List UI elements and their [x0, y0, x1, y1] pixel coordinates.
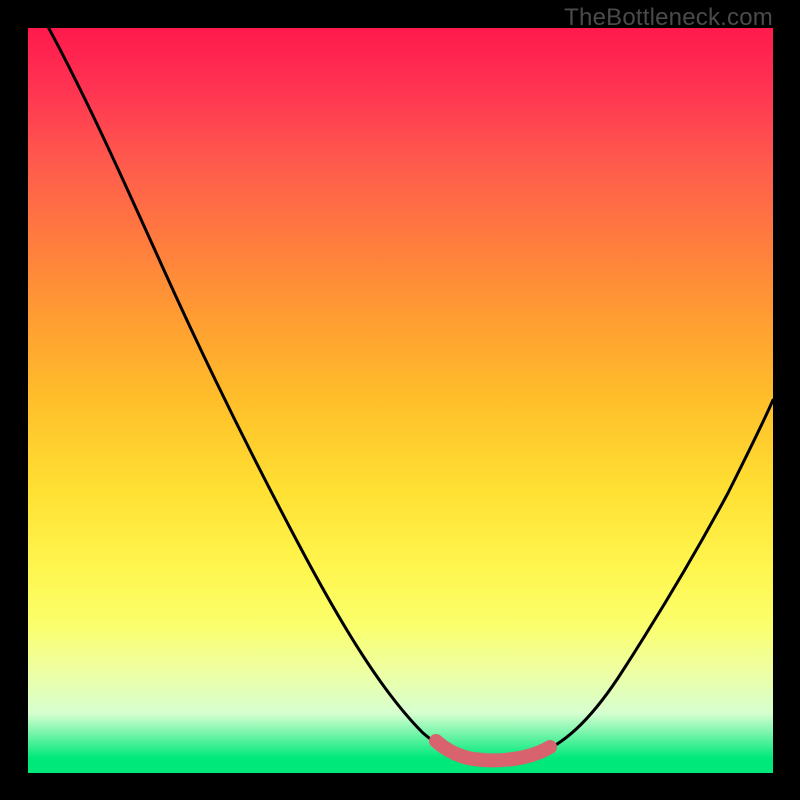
chart-frame: TheBottleneck.com [0, 0, 800, 800]
curves-svg [28, 28, 773, 773]
plot-area [28, 28, 773, 773]
watermark-text: TheBottleneck.com [564, 4, 773, 32]
bottleneck-curve [28, 28, 773, 760]
flat-segment-highlight [436, 741, 550, 760]
